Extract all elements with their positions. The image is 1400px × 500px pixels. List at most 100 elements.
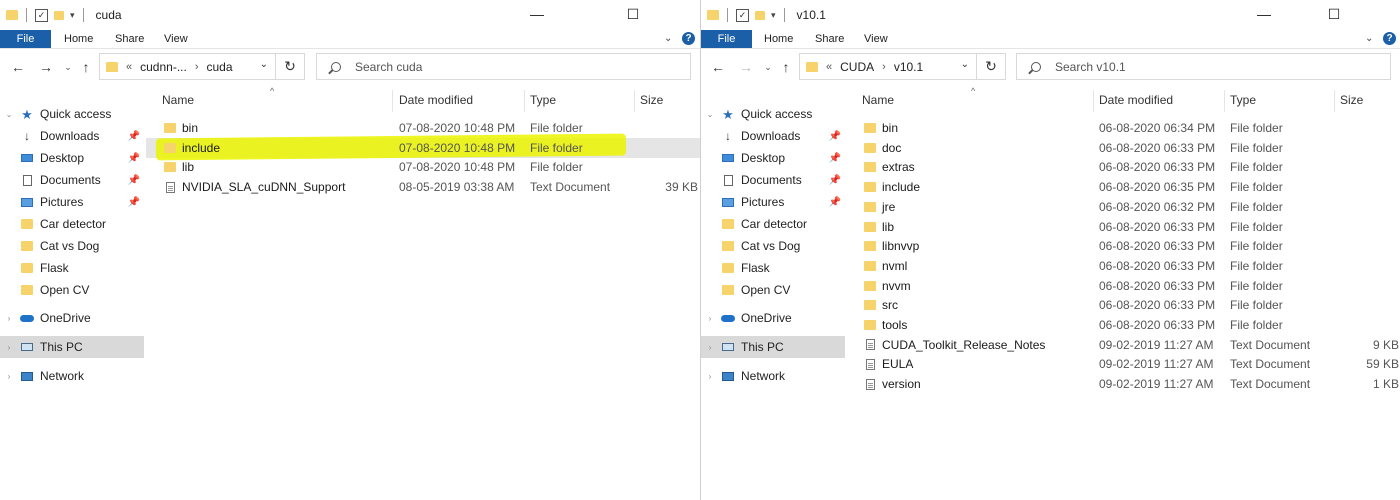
nav-onedrive[interactable]: › OneDrive: [701, 307, 845, 329]
file-row[interactable]: lib 07-08-2020 10:48 PM File folder: [146, 157, 700, 177]
file-row[interactable]: EULA 09-02-2019 11:27 AM Text Document 59 K…: [847, 354, 1400, 374]
nav-item-desktop[interactable]: Desktop 📌: [701, 147, 845, 169]
column-divider[interactable]: [1093, 90, 1094, 112]
nav-this-pc[interactable]: › This PC: [701, 336, 845, 358]
expand-chevron-icon[interactable]: ›: [4, 372, 14, 381]
search-box[interactable]: [316, 53, 691, 80]
nav-network[interactable]: › Network: [0, 365, 144, 387]
nav-item-flask[interactable]: Flask: [0, 257, 144, 279]
nav-quick-access[interactable]: ⌄ ★ Quick access: [0, 103, 144, 125]
column-header-name[interactable]: Name: [162, 86, 194, 114]
overflow-chevron-icon[interactable]: «: [126, 61, 132, 73]
tab-view[interactable]: View: [164, 30, 188, 48]
file-row[interactable]: include 07-08-2020 10:48 PM File folder: [146, 137, 700, 158]
file-row[interactable]: doc 06-08-2020 06:33 PM File folder: [847, 138, 1400, 158]
breadcrumb-chevron-icon[interactable]: ›: [882, 61, 886, 73]
nav-item-flask[interactable]: Flask: [701, 257, 845, 279]
expand-ribbon-icon[interactable]: ⌄: [1365, 30, 1373, 48]
file-row[interactable]: tools 06-08-2020 06:33 PM File folder: [847, 315, 1400, 335]
column-divider[interactable]: [524, 90, 525, 112]
nav-item-desktop[interactable]: Desktop 📌: [0, 147, 144, 169]
expand-chevron-icon[interactable]: ›: [705, 314, 715, 323]
nav-this-pc[interactable]: › This PC: [0, 336, 144, 358]
file-row[interactable]: jre 06-08-2020 06:32 PM File folder: [847, 197, 1400, 217]
nav-item-cat-vs-dog[interactable]: Cat vs Dog: [0, 235, 144, 257]
file-row[interactable]: include 06-08-2020 06:35 PM File folder: [847, 177, 1400, 197]
file-row[interactable]: libnvvp 06-08-2020 06:33 PM File folder: [847, 236, 1400, 256]
new-folder-icon[interactable]: [54, 10, 64, 20]
nav-item-documents[interactable]: Documents 📌: [0, 169, 144, 191]
expand-chevron-icon[interactable]: ⌄: [705, 110, 715, 119]
file-row[interactable]: nvml 06-08-2020 06:33 PM File folder: [847, 256, 1400, 276]
file-row[interactable]: nvvm 06-08-2020 06:33 PM File folder: [847, 276, 1400, 296]
column-header-type[interactable]: Type: [1230, 86, 1256, 114]
overflow-chevron-icon[interactable]: «: [826, 61, 832, 73]
nav-item-car-detector[interactable]: Car detector: [701, 213, 845, 235]
nav-item-car-detector[interactable]: Car detector: [0, 213, 144, 235]
file-row[interactable]: version 09-02-2019 11:27 AM Text Document 1…: [847, 374, 1400, 394]
help-icon[interactable]: ?: [1383, 32, 1396, 45]
breadcrumb-item[interactable]: cuda: [207, 60, 233, 74]
maximize-button[interactable]: ☐: [610, 0, 656, 30]
tab-share[interactable]: Share: [815, 30, 844, 48]
properties-icon[interactable]: ✓: [35, 8, 48, 22]
forward-arrow-icon[interactable]: →: [36, 57, 56, 77]
refresh-icon[interactable]: ↻: [275, 54, 304, 79]
maximize-button[interactable]: ☐: [1311, 0, 1357, 30]
address-dropdown-icon[interactable]: ⌄: [961, 59, 969, 70]
customize-dropdown-icon[interactable]: ▾: [771, 10, 776, 21]
breadcrumb-item[interactable]: v10.1: [894, 60, 923, 74]
address-bar[interactable]: « CUDA › v10.1 ⌄ ↻: [799, 53, 1006, 80]
nav-item-open-cv[interactable]: Open CV: [0, 279, 144, 301]
column-header-date-modified[interactable]: Date modified: [1099, 86, 1173, 114]
tab-file[interactable]: File: [0, 30, 51, 48]
address-bar[interactable]: « cudnn-... › cuda ⌄ ↻: [99, 53, 305, 80]
properties-icon[interactable]: ✓: [736, 8, 749, 22]
expand-chevron-icon[interactable]: ⌄: [4, 110, 14, 119]
breadcrumb-item[interactable]: CUDA: [840, 60, 874, 74]
recent-locations-icon[interactable]: ⌄: [58, 57, 78, 77]
nav-item-downloads[interactable]: ↓ Downloads 📌: [0, 125, 144, 147]
address-dropdown-icon[interactable]: ⌄: [260, 59, 268, 70]
new-folder-icon[interactable]: [755, 10, 765, 20]
column-divider[interactable]: [392, 90, 393, 112]
file-row[interactable]: lib 06-08-2020 06:33 PM File folder: [847, 217, 1400, 237]
back-arrow-icon[interactable]: ←: [708, 57, 728, 77]
search-input[interactable]: [1055, 59, 1305, 74]
refresh-icon[interactable]: ↻: [976, 54, 1005, 79]
column-header-date-modified[interactable]: Date modified: [399, 86, 473, 114]
back-arrow-icon[interactable]: ←: [8, 57, 28, 77]
forward-arrow-icon[interactable]: →: [736, 57, 756, 77]
minimize-button[interactable]: —: [514, 0, 560, 30]
nav-item-downloads[interactable]: ↓ Downloads 📌: [701, 125, 845, 147]
file-row[interactable]: CUDA_Toolkit_Release_Notes 09-02-2019 11:…: [847, 335, 1400, 355]
minimize-button[interactable]: —: [1241, 0, 1287, 30]
expand-chevron-icon[interactable]: ›: [705, 343, 715, 352]
breadcrumb-chevron-icon[interactable]: ›: [195, 61, 199, 73]
nav-onedrive[interactable]: › OneDrive: [0, 307, 144, 329]
tab-home[interactable]: Home: [64, 30, 93, 48]
file-row[interactable]: bin 06-08-2020 06:34 PM File folder: [847, 118, 1400, 138]
nav-item-documents[interactable]: Documents 📌: [701, 169, 845, 191]
file-row[interactable]: bin 07-08-2020 10:48 PM File folder: [146, 118, 700, 138]
nav-item-cat-vs-dog[interactable]: Cat vs Dog: [701, 235, 845, 257]
file-row[interactable]: src 06-08-2020 06:33 PM File folder: [847, 295, 1400, 315]
customize-dropdown-icon[interactable]: ▾: [70, 10, 75, 21]
tab-file[interactable]: File: [701, 30, 752, 48]
tab-view[interactable]: View: [864, 30, 888, 48]
up-arrow-icon[interactable]: ↑: [776, 57, 796, 77]
nav-item-open-cv[interactable]: Open CV: [701, 279, 845, 301]
search-input[interactable]: [355, 59, 605, 74]
column-divider[interactable]: [1334, 90, 1335, 112]
nav-item-pictures[interactable]: Pictures 📌: [0, 191, 144, 213]
nav-quick-access[interactable]: ⌄ ★ Quick access: [701, 103, 845, 125]
recent-locations-icon[interactable]: ⌄: [758, 57, 778, 77]
tab-share[interactable]: Share: [115, 30, 144, 48]
breadcrumb-item[interactable]: cudnn-...: [140, 60, 187, 74]
expand-chevron-icon[interactable]: ›: [4, 343, 14, 352]
file-row[interactable]: NVIDIA_SLA_cuDNN_Support 08-05-2019 03:38…: [146, 177, 700, 197]
nav-network[interactable]: › Network: [701, 365, 845, 387]
expand-chevron-icon[interactable]: ›: [4, 314, 14, 323]
column-header-type[interactable]: Type: [530, 86, 556, 114]
help-icon[interactable]: ?: [682, 32, 695, 45]
